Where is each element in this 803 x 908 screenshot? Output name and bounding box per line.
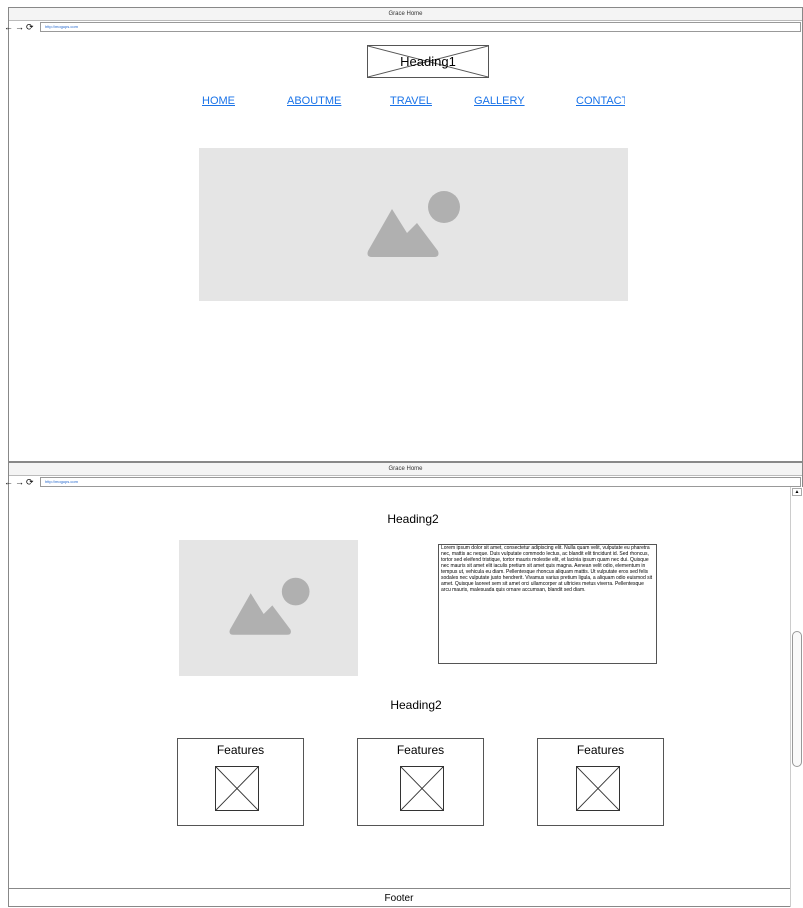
nav-buttons: ← → ⟳ bbox=[1, 477, 40, 487]
nav-buttons: ← → ⟳ bbox=[1, 22, 40, 32]
image-icon bbox=[367, 191, 460, 257]
reload-icon[interactable]: ⟳ bbox=[26, 22, 34, 32]
back-arrow-icon[interactable]: ← bbox=[4, 22, 13, 32]
vertical-scrollbar[interactable]: ▲ bbox=[790, 487, 803, 907]
heading1-text: Heading1 bbox=[400, 54, 456, 69]
nav-link-travel[interactable]: TRAVEL bbox=[390, 95, 432, 107]
section-heading: Heading2 bbox=[390, 698, 442, 712]
nav-link-contact[interactable]: CONTACT bbox=[576, 95, 625, 107]
forward-arrow-icon[interactable]: → bbox=[15, 22, 24, 32]
section-image bbox=[179, 540, 358, 676]
reload-icon[interactable]: ⟳ bbox=[26, 477, 34, 487]
section-heading: Heading2 bbox=[387, 512, 439, 526]
body-text-box: Lorem ipsum dolor sit amet, consectetur … bbox=[438, 544, 657, 664]
address-bar: ← → ⟳ http://mogups.com bbox=[1, 475, 803, 489]
url-field[interactable]: http://mogups.com bbox=[40, 22, 801, 32]
nav-link-home[interactable]: HOME bbox=[202, 95, 235, 107]
feature-title: Features bbox=[396, 743, 445, 757]
image-placeholder-icon bbox=[400, 766, 444, 811]
footer: Footer bbox=[8, 888, 790, 908]
browser-window-bottom: Grace Home ← → ⟳ http://mogups.com bbox=[4, 462, 803, 907]
nav-link-aboutme[interactable]: ABOUTME bbox=[287, 95, 341, 107]
back-arrow-icon[interactable]: ← bbox=[4, 477, 13, 487]
address-bar: ← → ⟳ http://mogups.com bbox=[1, 20, 803, 34]
image-icon bbox=[229, 577, 310, 635]
scroll-up-arrow-icon[interactable]: ▲ bbox=[792, 488, 802, 496]
scroll-thumb[interactable] bbox=[792, 631, 802, 767]
feature-title: Features bbox=[216, 743, 265, 757]
url-field[interactable]: http://mogups.com bbox=[40, 477, 801, 487]
heading1-placeholder: Heading1 bbox=[367, 45, 489, 78]
feature-title: Features bbox=[576, 743, 625, 757]
feature-card: Features bbox=[537, 738, 664, 826]
image-placeholder-icon bbox=[576, 766, 620, 811]
feature-card: Features bbox=[357, 738, 484, 826]
feature-card: Features bbox=[177, 738, 304, 826]
nav-link-gallery[interactable]: GALLERY bbox=[474, 95, 525, 107]
image-placeholder-icon bbox=[215, 766, 259, 811]
hero-image bbox=[199, 148, 628, 301]
forward-arrow-icon[interactable]: → bbox=[15, 477, 24, 487]
